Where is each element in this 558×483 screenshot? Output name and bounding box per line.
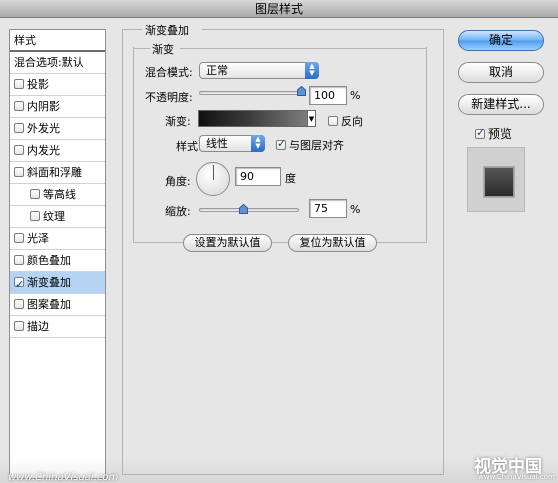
sidebar-item-label: 外发光 xyxy=(27,122,60,135)
angle-needle xyxy=(213,165,214,180)
sidebar-item-label: 等高线 xyxy=(43,188,76,201)
style-select[interactable]: 线性 ▲ ▼ xyxy=(199,135,265,152)
scale-slider[interactable] xyxy=(199,208,299,212)
group-title: 渐变 xyxy=(152,43,174,56)
sidebar-item-label: 样式 xyxy=(14,34,36,47)
angle-dial[interactable] xyxy=(196,162,230,196)
style-preview xyxy=(467,147,525,212)
align-with-layer-label: 与图层对齐 xyxy=(289,139,344,152)
checkbox-icon[interactable] xyxy=(14,167,24,177)
blend-mode-select[interactable]: 正常 ▲ ▼ xyxy=(199,62,319,79)
sidebar-item[interactable]: 投影 xyxy=(10,74,105,96)
preview-swatch xyxy=(484,167,514,197)
sidebar-item[interactable]: 混合选项:默认 xyxy=(10,52,105,74)
sidebar-item-label: 光泽 xyxy=(27,232,49,245)
angle-unit: 度 xyxy=(285,172,296,185)
styles-sidebar: 样式混合选项:默认投影内阴影外发光内发光斜面和浮雕等高线纹理光泽颜色叠加渐变叠加… xyxy=(9,29,106,479)
sidebar-item-label: 渐变叠加 xyxy=(27,276,71,289)
sidebar-item-label: 斜面和浮雕 xyxy=(27,166,82,179)
sidebar-item[interactable]: 斜面和浮雕 xyxy=(10,162,105,184)
sidebar-item-label: 内阴影 xyxy=(27,100,60,113)
sidebar-item-label: 纹理 xyxy=(43,210,65,223)
ok-button[interactable]: 确定 xyxy=(458,30,544,51)
sidebar-item[interactable]: 样式 xyxy=(10,30,105,52)
sidebar-item-label: 图案叠加 xyxy=(27,298,71,311)
sidebar-item[interactable]: 纹理 xyxy=(10,206,105,228)
checkbox-icon[interactable] xyxy=(14,233,24,243)
reverse-checkbox[interactable]: 反向 xyxy=(328,113,363,129)
preview-label: 预览 xyxy=(488,127,513,141)
cancel-button[interactable]: 取消 xyxy=(458,62,544,83)
checkbox-icon[interactable] xyxy=(30,211,40,221)
panel-title: 渐变叠加 xyxy=(143,22,191,38)
checkbox-icon[interactable] xyxy=(14,299,24,309)
scale-input[interactable]: 75 xyxy=(309,199,347,218)
checkbox-icon[interactable] xyxy=(14,321,24,331)
sidebar-item-label: 投影 xyxy=(27,78,49,91)
checkbox-icon[interactable] xyxy=(14,123,24,133)
style-label: 样式: xyxy=(176,140,202,153)
watermark-logo-url: www.ChinaVisual.com xyxy=(478,473,555,481)
checkmark-icon xyxy=(475,126,485,139)
checkbox-icon xyxy=(328,116,338,126)
sidebar-item-label: 颜色叠加 xyxy=(27,254,71,267)
blend-mode-label: 混合模式: xyxy=(145,66,193,79)
style-value: 线性 xyxy=(206,137,228,150)
updown-arrows-icon: ▲ ▼ xyxy=(251,135,265,152)
sidebar-item[interactable]: 描边 xyxy=(10,316,105,338)
sidebar-item[interactable]: 等高线 xyxy=(10,184,105,206)
gradient-dropdown-arrow[interactable]: ▼ xyxy=(308,110,316,127)
window-title: 图层样式 xyxy=(0,0,558,18)
scale-label: 缩放: xyxy=(165,205,191,218)
sidebar-item[interactable]: 内发光 xyxy=(10,140,105,162)
opacity-slider-thumb[interactable] xyxy=(297,86,306,96)
checkbox-icon[interactable] xyxy=(14,101,24,111)
scale-slider-thumb[interactable] xyxy=(238,204,248,214)
sidebar-item[interactable]: 渐变叠加 xyxy=(10,272,105,296)
angle-input[interactable]: 90 xyxy=(235,167,281,186)
dialog-body: 样式混合选项:默认投影内阴影外发光内发光斜面和浮雕等高线纹理光泽颜色叠加渐变叠加… xyxy=(0,19,558,483)
updown-arrows-icon: ▲ ▼ xyxy=(305,62,319,79)
preview-checkbox[interactable]: 预览 xyxy=(475,125,512,142)
checkbox-icon[interactable] xyxy=(14,79,24,89)
sidebar-item[interactable]: 图案叠加 xyxy=(10,294,105,316)
sidebar-item[interactable]: 外发光 xyxy=(10,118,105,140)
sidebar-item[interactable]: 颜色叠加 xyxy=(10,250,105,272)
gradient-picker[interactable] xyxy=(198,110,308,127)
align-with-layer-checkbox[interactable]: 与图层对齐 xyxy=(276,137,344,153)
angle-label: 角度: xyxy=(165,175,191,188)
opacity-input[interactable]: 100 xyxy=(309,86,347,105)
watermark-url: www.ChinaVisual.com xyxy=(8,472,119,483)
sidebar-item[interactable]: 光泽 xyxy=(10,228,105,250)
checkbox-icon[interactable] xyxy=(30,189,40,199)
checkmark-icon xyxy=(276,137,286,150)
opacity-slider[interactable] xyxy=(199,91,301,95)
opacity-label: 不透明度: xyxy=(145,91,193,104)
sidebar-item[interactable]: 内阴影 xyxy=(10,96,105,118)
sidebar-item-label: 内发光 xyxy=(27,144,60,157)
checkbox-icon[interactable] xyxy=(14,255,24,265)
checkmark-icon[interactable] xyxy=(14,274,24,296)
make-default-button[interactable]: 设置为默认值 xyxy=(183,234,272,252)
reset-default-button[interactable]: 复位为默认值 xyxy=(288,234,377,252)
checkbox-icon[interactable] xyxy=(14,145,24,155)
blend-mode-value: 正常 xyxy=(206,64,228,77)
opacity-unit: % xyxy=(350,89,361,102)
new-style-button[interactable]: 新建样式... xyxy=(458,94,544,115)
reverse-label: 反向 xyxy=(341,115,363,128)
gradient-label: 渐变: xyxy=(165,115,191,128)
sidebar-item-label: 混合选项:默认 xyxy=(14,56,84,69)
scale-unit: % xyxy=(350,203,361,216)
sidebar-item-label: 描边 xyxy=(27,320,49,333)
